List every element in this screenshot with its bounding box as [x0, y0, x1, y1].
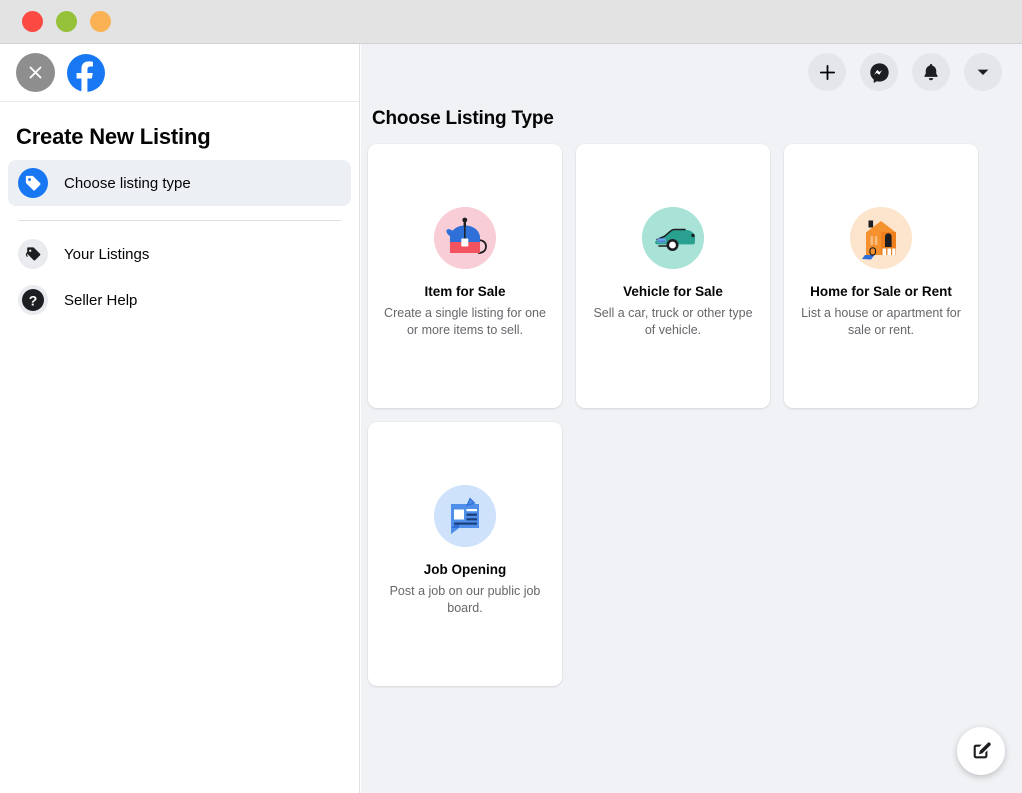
section-title: Choose Listing Type [372, 108, 554, 129]
sidebar-item-choose-listing-type[interactable]: Choose listing type [8, 160, 351, 206]
card-description: Create a single listing for one or more … [384, 306, 546, 337]
compose-button[interactable] [957, 727, 1005, 775]
listing-type-card-home-for-sale-or-rent[interactable]: Home for Sale or Rent List a house or ap… [784, 144, 978, 408]
house-icon [850, 207, 912, 269]
document-pencil-icon [434, 485, 496, 547]
plus-icon [819, 64, 835, 80]
chevron-down-icon [977, 69, 989, 75]
listing-type-card-vehicle-for-sale[interactable]: Vehicle for Sale Sell a car, truck or ot… [576, 144, 770, 408]
card-description: Post a job on our public job board. [389, 584, 541, 615]
listing-type-card-job-opening[interactable]: Job Opening Post a job on our public job… [368, 422, 562, 686]
sidebar-item-seller-help[interactable]: ? Seller Help [8, 277, 351, 323]
sidebar: Create New Listing Choose listing type Y… [0, 44, 360, 793]
sidebar-item-your-listings[interactable]: Your Listings [8, 231, 351, 277]
listing-type-grid: Item for Sale Create a single listing fo… [361, 144, 1022, 686]
page-title: Create New Listing [16, 124, 211, 149]
app-window: Create New Listing Choose listing type Y… [0, 0, 1022, 793]
top-action-bar [361, 44, 1022, 100]
notifications-button[interactable] [912, 53, 950, 91]
close-icon[interactable] [16, 53, 55, 92]
card-title: Home for Sale or Rent [810, 284, 952, 299]
window-titlebar [0, 0, 1022, 44]
sidebar-divider [18, 220, 341, 221]
bell-icon [924, 64, 938, 81]
facebook-logo[interactable] [67, 53, 105, 92]
teapot-icon [434, 207, 496, 269]
card-title: Job Opening [423, 562, 507, 577]
card-title: Item for Sale [424, 284, 506, 299]
sidebar-nav: Choose listing type Your Listings ? Sell… [0, 160, 359, 323]
window-minimize-button[interactable] [56, 11, 77, 32]
window-maximize-button[interactable] [90, 11, 111, 32]
account-menu-button[interactable] [964, 53, 1002, 91]
card-description: Sell a car, truck or other type of vehic… [593, 306, 753, 337]
window-close-button[interactable] [22, 11, 43, 32]
sidebar-item-label: Your Listings [64, 245, 150, 263]
svg-text:?: ? [29, 293, 38, 309]
messenger-button[interactable] [860, 53, 898, 91]
main-content: Choose Listing Type Item for Sale Create… [361, 44, 1022, 793]
listing-type-card-item-for-sale[interactable]: Item for Sale Create a single listing fo… [368, 144, 562, 408]
card-title: Vehicle for Sale [623, 284, 723, 299]
sidebar-item-label: Seller Help [64, 291, 138, 309]
messenger-icon [869, 62, 889, 83]
card-description: List a house or apartment for sale or re… [801, 306, 961, 337]
question-mark-icon: ? [18, 285, 48, 315]
compose-icon [973, 742, 991, 759]
tags-icon [18, 239, 48, 269]
sidebar-header [0, 44, 359, 102]
price-tag-icon [18, 168, 48, 198]
car-icon [642, 207, 704, 269]
create-button[interactable] [808, 53, 846, 91]
sidebar-item-label: Choose listing type [64, 174, 191, 192]
